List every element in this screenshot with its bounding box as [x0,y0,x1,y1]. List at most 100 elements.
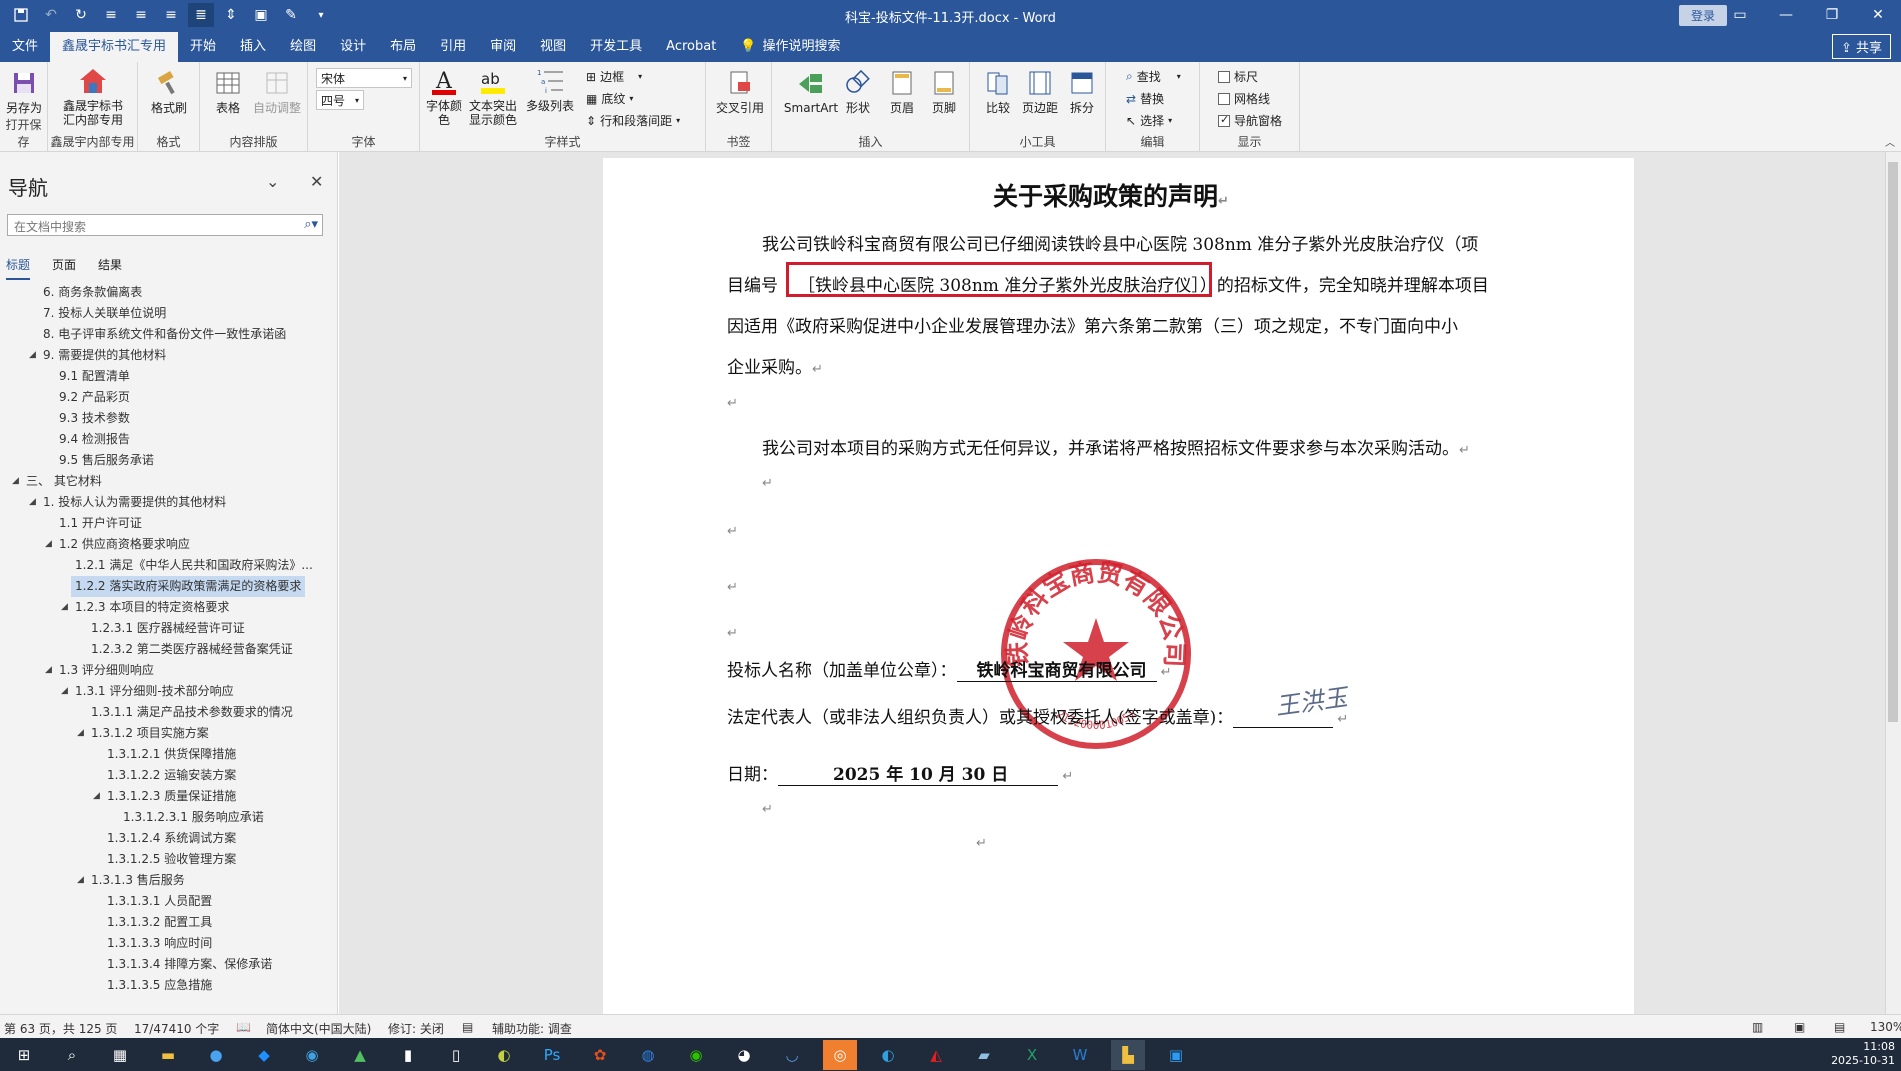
find-button[interactable]: ⌕ 查找 ▾ [1126,68,1181,85]
nav-heading-item[interactable]: 1.3.1.3.1 人员配置 [0,891,338,912]
tab-developer[interactable]: 开发工具 [578,32,654,62]
tab-design[interactable]: 设计 [328,32,378,62]
wechat-icon[interactable]: ◉ [679,1040,713,1070]
nav-heading-item[interactable]: 7. 投标人关联单位说明 [0,303,338,324]
nav-heading-item[interactable]: 1.3.1.3.5 应急措施 [0,975,338,996]
app-icon[interactable]: ◍ [631,1040,665,1070]
nav-heading-item[interactable]: 9.4 检测报告 [0,429,338,450]
nav-heading-item[interactable]: ◢ 1.3.1.3 售后服务 [0,870,338,891]
word-count[interactable]: 17/47410 个字 [134,1020,219,1037]
edge-icon[interactable]: ◐ [871,1040,905,1070]
nav-pane-check[interactable] [1218,113,1230,127]
proofing-icon[interactable]: 📖 [236,1020,251,1034]
nav-heading-item[interactable]: 6. 商务条款偏离表 [0,282,338,303]
justify-icon[interactable]: ≣ [188,3,214,27]
nav-pane-checkbox[interactable]: 导航窗格 [1218,112,1282,129]
excel-icon[interactable]: X [1015,1040,1049,1070]
nav-heading-item[interactable]: ◢ 1.3 评分细则响应 [0,660,338,681]
nav-heading-item[interactable]: 1.3.1.2.2 运输安装方案 [0,765,338,786]
acrobat-icon[interactable]: ◭ [919,1040,953,1070]
nav-heading-item[interactable]: ◢ 1.3.1 评分细则-技术部分响应 [0,681,338,702]
multilevel-list-button[interactable]: 1ai 多级列表 [524,66,576,113]
macro-icon[interactable]: ▤ [462,1020,473,1034]
page-count[interactable]: 第 63 页，共 125 页 [4,1020,117,1037]
collapse-ribbon-icon[interactable]: ︿ [1885,134,1895,149]
compare-button[interactable]: 比较 [980,68,1016,115]
font-color-button[interactable]: A 字体颜色 [424,66,464,127]
customize-qat-icon[interactable]: ▾ [308,3,334,27]
collapse-arrow-icon[interactable]: ◢ [12,471,19,492]
line-spacing-button[interactable]: ⇕ 行和段落间距 ▾ [586,112,680,129]
language[interactable]: 简体中文(中国大陆) [266,1020,371,1037]
collapse-arrow-icon[interactable]: ◢ [61,597,68,618]
app-icon[interactable]: ▰ [967,1040,1001,1070]
minimize-icon[interactable]: — [1763,0,1809,30]
collapse-arrow-icon[interactable]: ◢ [77,723,84,744]
search-icon[interactable]: ⌕ [55,1040,89,1070]
nav-heading-item[interactable]: 1.3.1.2.1 供货保障措施 [0,744,338,765]
collapse-arrow-icon[interactable]: ◢ [45,534,52,555]
line-spacing-icon[interactable]: ⇕ [218,3,244,27]
nav-heading-item[interactable]: 1.2.2 落实政府采购政策需满足的资格要求 [0,576,338,597]
nav-tab-results[interactable]: 结果 [98,256,122,280]
nav-heading-item[interactable]: 1.2.3.1 医疗器械经营许可证 [0,618,338,639]
nav-heading-item[interactable]: ◢ 1.2.3 本项目的特定资格要求 [0,597,338,618]
restore-icon[interactable]: ❐ [1809,0,1855,30]
windows-start-icon[interactable]: ⊞ [7,1040,41,1070]
photoshop-icon[interactable]: Ps [535,1040,569,1070]
format-painter-button[interactable]: 格式刷 [146,68,192,115]
tab-references[interactable]: 引用 [428,32,478,62]
smartart-button[interactable]: SmartArt [784,68,838,115]
replace-button[interactable]: ⇄ 替换 [1126,90,1164,107]
print-layout-icon[interactable]: ▣ [1794,1020,1805,1034]
format-painter-icon[interactable]: ✎ [278,3,304,27]
tab-view[interactable]: 视图 [528,32,578,62]
read-mode-icon[interactable]: ▥ [1752,1020,1763,1034]
gridlines-checkbox[interactable]: 网格线 [1218,90,1270,107]
gridlines-check[interactable] [1218,92,1230,105]
ruler-checkbox[interactable]: 标尺 [1218,68,1258,85]
nav-heading-item[interactable]: 1.3.1.2.5 验收管理方案 [0,849,338,870]
nav-heading-item[interactable]: 9.5 售后服务承诺 [0,450,338,471]
border-button[interactable]: ⊞ 边框 ▾ [586,68,642,85]
nav-heading-item[interactable]: 9.3 技术参数 [0,408,338,429]
nav-heading-item[interactable]: 1.3.1.2.3.1 服务响应承诺 [0,807,338,828]
shapes-button[interactable]: 形状 [838,68,878,115]
nav-tab-headings[interactable]: 标题 [6,256,31,280]
nav-heading-item[interactable]: ◢ 1.2 供应商资格要求响应 [0,534,338,555]
word-icon[interactable]: W [1063,1040,1097,1070]
save-icon[interactable] [8,3,34,27]
tab-home[interactable]: 开始 [178,32,228,62]
collapse-arrow-icon[interactable]: ◢ [29,345,36,366]
select-button[interactable]: ↖ 选择 ▾ [1126,112,1172,129]
nav-tab-pages[interactable]: 页面 [52,256,76,280]
qq-icon[interactable]: ◕ [727,1040,761,1070]
nav-heading-item[interactable]: 9.2 产品彩页 [0,387,338,408]
vertical-scrollbar[interactable] [1885,152,1901,1014]
tab-acrobat[interactable]: Acrobat [654,32,728,62]
app-icon[interactable]: ✿ [583,1040,617,1070]
shading-button[interactable]: ▦ 底纹 ▾ [586,90,633,107]
app-icon[interactable]: ▙ [1111,1039,1145,1070]
chevron-down-icon[interactable]: ⌄ [266,172,279,191]
scrollbar-thumb[interactable] [1888,162,1898,722]
tab-file[interactable]: 文件 [0,32,50,62]
nav-heading-item[interactable]: 1.2.1 满足《中华人民共和国政府采购法》... [0,555,338,576]
tab-insert[interactable]: 插入 [228,32,278,62]
tab-review[interactable]: 审阅 [478,32,528,62]
collapse-arrow-icon[interactable]: ◢ [45,660,52,681]
split-button[interactable]: 拆分 [1064,68,1100,115]
app-icon[interactable]: ▮ [391,1040,425,1070]
app-icon[interactable]: ◆ [247,1040,281,1070]
tell-me-search[interactable]: 💡 操作说明搜索 [728,32,852,62]
ruler-check[interactable] [1218,70,1230,83]
zoom-level[interactable]: 130% [1870,1020,1901,1034]
align-left-icon[interactable]: ≡ [98,3,124,27]
nav-heading-item[interactable]: 9.1 配置清单 [0,366,338,387]
redo-icon[interactable]: ↻ [68,3,94,27]
nav-heading-item[interactable]: ◢ 1. 投标人认为需要提供的其他材料 [0,492,338,513]
font-size-combo[interactable]: 四号 ▾ [316,90,364,110]
nav-heading-item[interactable]: 1.3.1.3.3 响应时间 [0,933,338,954]
document-icon[interactable]: ▯ [439,1040,473,1070]
system-clock[interactable]: 11:08 2025-10-31 [1831,1040,1895,1068]
